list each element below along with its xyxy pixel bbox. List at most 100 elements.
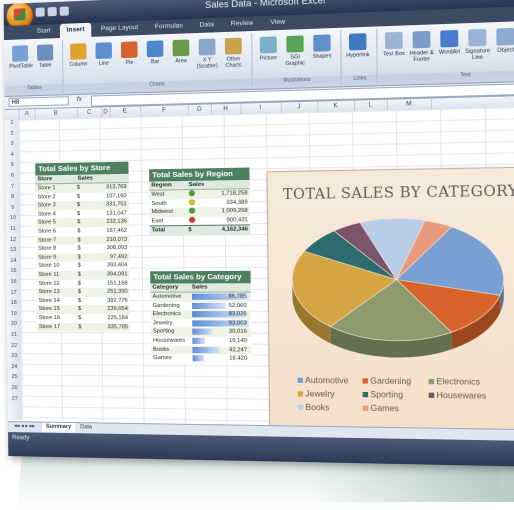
row-header[interactable]: 24 — [7, 364, 21, 370]
tab-start[interactable]: Start — [30, 24, 58, 39]
currency-symbol: $ — [77, 201, 87, 210]
ribbon-button-label: Text Box — [383, 51, 405, 58]
signature-button[interactable]: Signature Line — [465, 29, 490, 62]
table-row: Store 17$335,785 — [37, 323, 130, 332]
row-header[interactable]: 15 — [6, 268, 20, 274]
tab-view[interactable]: View — [263, 15, 293, 31]
category-sales-cell: 19,149 — [192, 337, 251, 346]
shapes-button[interactable]: Shapes — [310, 34, 334, 60]
wordart-button[interactable]: WordArt — [437, 30, 462, 56]
select-all-corner[interactable] — [5, 110, 20, 120]
area-chart-icon — [173, 39, 190, 56]
area-chart-button[interactable]: Area — [169, 39, 192, 64]
ribbon-group-label: Tables — [6, 84, 62, 93]
smartart-button[interactable]: SGI Graphic — [283, 35, 307, 67]
column-header-a[interactable]: A — [19, 109, 36, 119]
row-header[interactable]: 27 — [8, 396, 22, 402]
table-row: Store 11$394,091 — [36, 270, 129, 279]
row-header[interactable]: 22 — [7, 343, 21, 349]
row-header[interactable]: 17 — [7, 290, 21, 296]
textbox-button[interactable]: Text Box — [382, 32, 406, 58]
pivottable-button[interactable]: PivotTable — [9, 45, 31, 70]
column-header-c[interactable]: C — [77, 107, 102, 118]
region-header: Region — [149, 181, 188, 190]
row-header[interactable]: 5 — [5, 162, 19, 168]
row-header[interactable]: 6 — [5, 173, 19, 179]
category-sales-cell: 52,060 — [192, 301, 251, 310]
tab-data[interactable]: Data — [192, 18, 221, 33]
row-header[interactable]: 14 — [6, 258, 20, 264]
legend-label: Gardening — [370, 376, 411, 386]
row-header[interactable]: 21 — [7, 332, 21, 338]
store-sales-value: 151,168 — [88, 279, 130, 288]
line-chart-icon — [95, 42, 111, 59]
row-header[interactable]: 19 — [7, 311, 21, 317]
ribbon-button-label: Shapes — [313, 53, 332, 60]
tab-review[interactable]: Review — [223, 16, 260, 32]
sheet-tab-summary[interactable]: Summary — [42, 423, 75, 433]
category-name: Automotive — [150, 293, 192, 302]
category-sales-value: 83,026 — [229, 310, 249, 319]
legend-label: Books — [305, 403, 329, 413]
tab-insert[interactable]: Insert — [60, 23, 92, 38]
row-header[interactable]: 11 — [6, 226, 20, 232]
data-bar — [192, 329, 212, 335]
ribbon-button-label: SGI Graphic — [285, 54, 305, 67]
row-header[interactable]: 18 — [7, 300, 21, 306]
column-chart-button[interactable]: Column — [67, 43, 90, 68]
ribbon-group-label: Illustrations — [254, 76, 341, 86]
pie-chart-button[interactable]: Pie — [118, 41, 141, 66]
row-header[interactable]: 26 — [8, 385, 22, 391]
row-header[interactable]: 10 — [6, 215, 20, 221]
line-chart-button[interactable]: Line — [92, 42, 115, 67]
row-header[interactable]: 8 — [6, 194, 20, 200]
table-button[interactable]: Table — [34, 44, 56, 69]
legend-label: Jewelry — [305, 389, 334, 399]
currency-symbol: $ — [78, 323, 88, 332]
wordart-icon — [440, 30, 458, 48]
sheet-tab-data[interactable]: Data — [76, 423, 96, 432]
currency-symbol: $ — [77, 236, 87, 245]
row-header[interactable]: 13 — [6, 247, 20, 253]
ribbon-group-illustrations: Picture SGI Graphic Shapes Illustrations — [253, 30, 342, 87]
bar-chart-button[interactable]: Bar — [144, 40, 167, 65]
ribbon-button-label: Signature Line — [465, 48, 490, 61]
store-sales-value: 210,073 — [87, 235, 129, 244]
store-sales-value: 394,091 — [88, 270, 130, 279]
currency-symbol: $ — [78, 314, 88, 323]
row-header[interactable]: 4 — [5, 152, 19, 158]
row-header[interactable]: 9 — [6, 205, 20, 211]
hyperlink-button[interactable]: Hyperlink — [346, 33, 370, 59]
table-row: Store 14$392,776 — [37, 297, 130, 306]
tab-formulas[interactable]: Formulas — [147, 19, 190, 35]
store-name: Store 15 — [37, 305, 78, 314]
region-sales-value: 900,431 — [226, 216, 250, 225]
pie-chart-icon — [121, 41, 138, 58]
row-header[interactable]: 20 — [7, 321, 21, 327]
row-header[interactable]: 23 — [7, 353, 21, 359]
fx-icon[interactable]: fx — [77, 96, 82, 103]
row-header[interactable]: 7 — [6, 183, 20, 189]
other-charts-button[interactable]: Other Charts — [222, 37, 246, 69]
row-header[interactable]: 25 — [8, 374, 22, 380]
picture-button[interactable]: Picture — [257, 36, 281, 62]
row-header[interactable]: 2 — [5, 130, 19, 136]
ribbon-group-charts: ColumnLinePieBarAreaX Y (Scatter)Other C… — [64, 33, 253, 92]
smartart-icon — [286, 35, 303, 52]
category-sales-value: 30,016 — [229, 328, 249, 337]
legend-swatch — [298, 405, 303, 410]
object-button[interactable]: Object — [493, 28, 514, 54]
region-sales-cell: 900,431 — [189, 216, 250, 226]
name-box[interactable]: H8 — [9, 96, 69, 107]
legend-label: Electronics — [436, 377, 480, 387]
row-header[interactable]: 1 — [5, 120, 19, 126]
row-header[interactable]: 12 — [6, 236, 20, 242]
scatter-chart-button[interactable]: X Y (Scatter) — [195, 38, 218, 70]
row-header[interactable]: 3 — [5, 141, 19, 147]
header-footer-button[interactable]: Header & Footer — [409, 31, 434, 64]
sheet-nav-arrows-icon[interactable]: ◂◂ ◂ ▸ ▸▸ — [10, 422, 39, 431]
row-header[interactable]: 16 — [7, 279, 21, 285]
store-header: Store — [35, 175, 77, 184]
pie-chart[interactable]: Total Sales By Category AutomotiveGarden… — [266, 167, 514, 464]
column-header-g[interactable]: G — [188, 104, 212, 115]
